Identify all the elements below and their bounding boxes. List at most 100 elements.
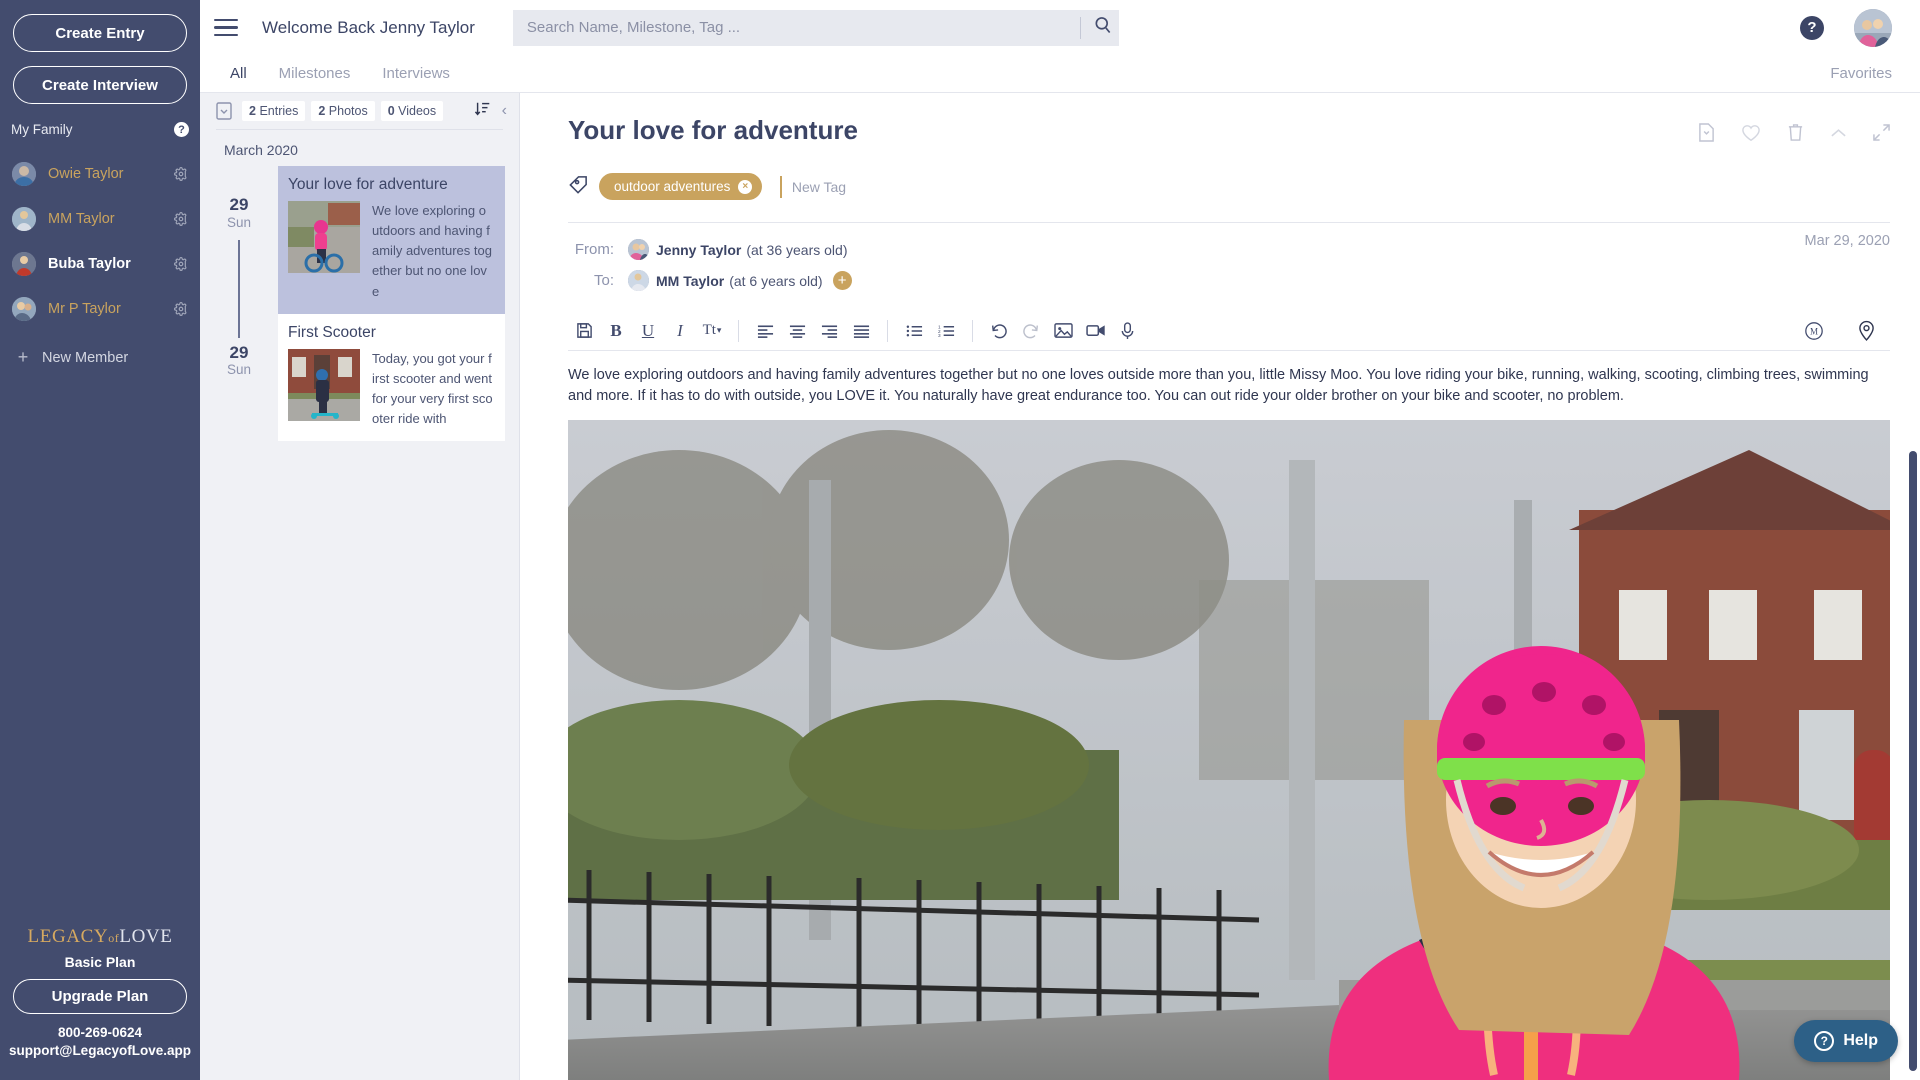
support-phone[interactable]: 800-269-0624 — [58, 1025, 142, 1040]
tab-milestones[interactable]: Milestones — [263, 65, 367, 82]
new-member-label: New Member — [42, 349, 129, 366]
gear-icon[interactable] — [174, 166, 188, 181]
timeline-row: 29 Sun First Scooter Today, you got your… — [200, 313, 519, 442]
align-justify-icon[interactable] — [845, 315, 877, 347]
search-icon[interactable] — [1093, 15, 1113, 40]
timeline-date: 29 Sun — [200, 314, 278, 442]
my-family-label: My Family — [11, 122, 73, 137]
expand-icon[interactable] — [1873, 124, 1890, 146]
heart-icon[interactable] — [1741, 124, 1761, 147]
help-button[interactable]: ? Help — [1794, 1020, 1898, 1062]
timeline-month-label: March 2020 — [224, 142, 298, 158]
toolbar-separator — [887, 319, 888, 342]
new-tag-input[interactable]: New Tag — [792, 179, 846, 195]
chevron-down-icon: ▾ — [716, 325, 722, 335]
editor-toolbar: B U I Tt ▾ 1 2 3 M — [568, 311, 1890, 351]
undo-icon[interactable] — [983, 315, 1015, 347]
plus-icon: + — [17, 347, 29, 367]
chip-photos: 2 Photos — [311, 101, 375, 121]
timeline-entry-snippet: We love exploring outdoors and having fa… — [372, 203, 492, 299]
tag-icon — [568, 174, 589, 200]
avatar — [12, 161, 36, 186]
document-icon — [216, 102, 232, 120]
main-column: Welcome Back Jenny Taylor ? All Mileston… — [200, 0, 1920, 1080]
upgrade-plan-button[interactable]: Upgrade Plan — [13, 979, 187, 1014]
timeline-rows: 29 Sun Your love for adventure We love e… — [200, 166, 519, 442]
new-member-button[interactable]: + New Member — [0, 335, 200, 380]
music-icon[interactable]: M — [1798, 315, 1830, 347]
timeline-day: 29 — [229, 195, 249, 214]
image-icon[interactable] — [1047, 315, 1079, 347]
align-center-icon[interactable] — [781, 315, 813, 347]
favorites-link[interactable]: Favorites — [1830, 65, 1892, 82]
sort-icon[interactable] — [474, 100, 492, 123]
gear-icon[interactable] — [174, 211, 188, 226]
from-label: From: — [574, 241, 614, 258]
scrollbar-track[interactable] — [1909, 451, 1917, 1080]
location-pin-icon[interactable] — [1850, 315, 1882, 347]
page-title: Your love for adventure — [568, 115, 858, 145]
tab-all[interactable]: All — [214, 65, 263, 82]
timeline-dow: Sun — [226, 362, 252, 378]
chip-entries: 2 Entries — [242, 101, 306, 121]
microphone-icon[interactable] — [1111, 315, 1143, 347]
tag-separator — [780, 175, 782, 198]
collapse-panel-icon[interactable]: ‹ — [502, 102, 511, 120]
align-left-icon[interactable] — [749, 315, 781, 347]
my-family-header: My Family ? — [7, 122, 193, 137]
create-entry-button[interactable]: Create Entry — [13, 14, 187, 52]
bullet-list-icon[interactable] — [898, 315, 930, 347]
hamburger-menu-icon[interactable] — [214, 18, 238, 37]
align-right-icon[interactable] — [813, 315, 845, 347]
entry-body-text[interactable]: We love exploring outdoors and having fa… — [568, 365, 1890, 406]
svg-text:M: M — [1810, 326, 1818, 336]
logo-legacy: LEGACY — [27, 926, 109, 947]
logo-love: LOVE — [119, 926, 173, 947]
avatar — [12, 251, 36, 276]
sidebar-member-owie-taylor[interactable]: Owie Taylor — [0, 151, 200, 196]
scrollbar-thumb[interactable] — [1909, 451, 1917, 1071]
redo-icon[interactable] — [1015, 315, 1047, 347]
search-bar[interactable] — [512, 9, 1119, 46]
timeline-entry-card[interactable]: Your love for adventure We love explorin… — [278, 166, 505, 314]
sidebar-member-mm-taylor[interactable]: MM Taylor — [0, 196, 200, 241]
help-icon[interactable]: ? — [1800, 15, 1824, 40]
to-name[interactable]: MM Taylor — [656, 273, 724, 289]
tag-pill-outdoor-adventures[interactable]: outdoor adventures × — [599, 173, 763, 200]
user-avatar[interactable] — [1854, 8, 1892, 47]
remove-tag-icon[interactable]: × — [738, 179, 753, 194]
sidebar-member-buba-taylor[interactable]: Buba Taylor — [0, 241, 200, 286]
tab-interviews[interactable]: Interviews — [366, 65, 466, 82]
create-interview-button[interactable]: Create Interview — [13, 66, 187, 104]
tab-bar: All Milestones Interviews Favorites — [200, 55, 1920, 93]
italic-button[interactable]: I — [664, 315, 696, 347]
underline-button[interactable]: U — [632, 315, 664, 347]
text-size-button[interactable]: Tt ▾ — [696, 315, 728, 347]
add-recipient-icon[interactable]: + — [832, 271, 852, 290]
bold-button[interactable]: B — [600, 315, 632, 347]
from-to-block: Mar 29, 2020 From: Jenny Taylor (at 36 y… — [568, 222, 1890, 291]
search-input[interactable] — [526, 19, 1076, 36]
entry-scroll-area[interactable]: Your love for adventure outdoor adventur… — [520, 93, 1920, 1080]
toolbar-separator — [738, 319, 739, 342]
video-icon[interactable] — [1079, 315, 1111, 347]
save-icon[interactable] — [568, 315, 600, 347]
tag-label: outdoor adventures — [614, 179, 731, 194]
support-email[interactable]: support@LegacyofLove.app — [9, 1043, 191, 1058]
export-icon[interactable] — [1698, 123, 1715, 147]
chip-videos-unit: Videos — [398, 104, 437, 118]
from-name[interactable]: Jenny Taylor — [656, 242, 741, 258]
sidebar-member-mr-p-taylor[interactable]: Mr P Taylor — [0, 286, 200, 331]
timeline-dow: Sun — [226, 214, 252, 230]
trash-icon[interactable] — [1787, 123, 1804, 147]
gear-icon[interactable] — [174, 301, 188, 316]
entry-header: Your love for adventure — [568, 115, 1890, 147]
avatar — [628, 239, 649, 260]
gear-icon[interactable] — [174, 256, 188, 271]
timeline-entry-card[interactable]: First Scooter Today, you got your first … — [278, 313, 505, 442]
chevron-up-icon[interactable] — [1830, 126, 1847, 144]
numbered-list-icon[interactable]: 123 — [930, 315, 962, 347]
from-age: (at 36 years old) — [746, 241, 848, 258]
welcome-title: Welcome Back Jenny Taylor — [262, 17, 475, 37]
help-icon[interactable]: ? — [174, 122, 189, 137]
